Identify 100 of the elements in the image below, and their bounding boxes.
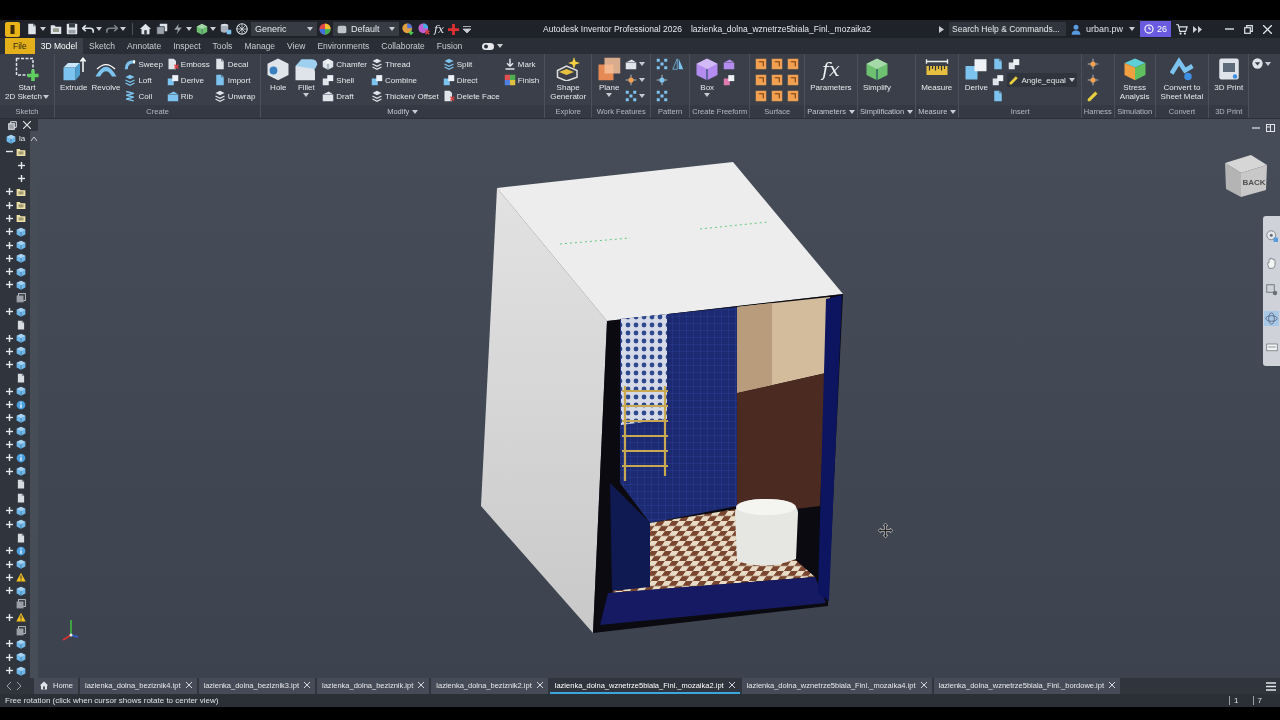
close-icon[interactable] bbox=[418, 682, 425, 688]
tree-item-label[interactable]: la bbox=[19, 134, 26, 144]
expand-icon[interactable] bbox=[6, 613, 13, 621]
expand-icon[interactable] bbox=[6, 667, 13, 674]
ribbon-button[interactable]: Coil bbox=[123, 88, 154, 104]
ribbon-icon-button[interactable] bbox=[655, 72, 670, 88]
cube-button[interactable] bbox=[195, 21, 217, 37]
wheel-button[interactable] bbox=[235, 21, 249, 37]
cart-icon[interactable] bbox=[1176, 23, 1189, 35]
expand-icon[interactable] bbox=[6, 347, 13, 355]
ribbon-button[interactable]: Shell bbox=[321, 72, 356, 88]
ribbon-icon-button[interactable] bbox=[786, 72, 801, 88]
expand-icon[interactable] bbox=[18, 161, 25, 169]
ribbon-icon-button[interactable] bbox=[1007, 56, 1022, 72]
ribbon-button[interactable]: Plane bbox=[596, 56, 623, 98]
steering-wheel-icon[interactable] bbox=[1265, 229, 1278, 242]
ribbon-button[interactable]: Loft bbox=[123, 72, 153, 88]
ribbon-button[interactable]: Thicken/ Offset bbox=[370, 88, 440, 104]
expand-icon[interactable] bbox=[18, 175, 25, 183]
ribbon-tab[interactable]: Collaborate bbox=[375, 38, 431, 54]
ribbon-button[interactable]: Shape Generator bbox=[549, 56, 588, 102]
copy-button[interactable] bbox=[155, 21, 169, 37]
ribbon-icon-button[interactable] bbox=[624, 88, 647, 104]
ribbon-button[interactable]: Unwrap bbox=[212, 88, 257, 104]
ribbon-button[interactable]: Finish bbox=[502, 72, 541, 88]
ribbon-icon-button[interactable] bbox=[722, 72, 737, 88]
ribbon-tab[interactable]: Environments bbox=[311, 38, 376, 54]
expand-icon[interactable] bbox=[6, 241, 13, 249]
scroll-right-icon[interactable] bbox=[17, 682, 22, 690]
chevron-right-icon[interactable] bbox=[939, 25, 944, 33]
ribbon-button[interactable]: Box bbox=[694, 56, 721, 98]
expand-icon[interactable] bbox=[6, 387, 13, 395]
ribbon-icon-button[interactable] bbox=[786, 88, 801, 104]
scrollbar[interactable] bbox=[30, 131, 38, 678]
appearance-dropdown[interactable]: Default bbox=[333, 22, 399, 36]
screen-icon[interactable] bbox=[1265, 340, 1278, 353]
ribbon-icon-button[interactable] bbox=[1085, 72, 1100, 88]
close-icon[interactable] bbox=[1109, 682, 1116, 688]
ribbon-tab[interactable]: Fusion bbox=[430, 38, 469, 54]
ribbon-button[interactable]: Split bbox=[441, 56, 474, 72]
search-field[interactable]: Search Help & Commands... bbox=[949, 22, 1066, 36]
new-file-button[interactable] bbox=[25, 21, 47, 37]
user-name[interactable]: urban.pw bbox=[1086, 24, 1125, 34]
ribbon-icon-button[interactable] bbox=[754, 56, 769, 72]
ribbon-button[interactable]: Revolve bbox=[90, 56, 122, 93]
ribbon-button[interactable]: Stress Analysis bbox=[1118, 56, 1151, 102]
parameter-dropdown[interactable]: Angle_equal bbox=[1007, 73, 1077, 87]
scroll-left-icon[interactable] bbox=[6, 682, 11, 690]
save-button[interactable] bbox=[65, 21, 79, 37]
color-wheel-icon[interactable] bbox=[319, 23, 331, 35]
expand-icon[interactable] bbox=[6, 188, 13, 196]
expand-icon[interactable] bbox=[6, 361, 13, 369]
ribbon-icon-button[interactable] bbox=[624, 72, 647, 88]
close-icon[interactable] bbox=[536, 682, 543, 688]
expand-icon[interactable] bbox=[6, 560, 13, 568]
expand-icon[interactable] bbox=[6, 214, 13, 222]
expand-icon[interactable] bbox=[6, 573, 13, 581]
file-menu-tab[interactable]: File bbox=[5, 38, 35, 54]
close-icon[interactable] bbox=[728, 682, 735, 688]
hand-icon[interactable] bbox=[1265, 256, 1278, 269]
expand-icon[interactable] bbox=[6, 507, 13, 515]
ribbon-button[interactable]: Extrude bbox=[58, 56, 89, 93]
expand-icon[interactable] bbox=[6, 254, 13, 262]
ribbon-button[interactable]: Draft bbox=[321, 88, 355, 104]
ribbon-button[interactable]: Delete Face bbox=[441, 88, 501, 104]
formula-button[interactable]: fx bbox=[433, 21, 446, 37]
expand-icon[interactable] bbox=[6, 467, 13, 475]
ribbon-button[interactable]: Chamfer bbox=[321, 56, 369, 72]
expand-icon[interactable] bbox=[6, 454, 13, 462]
ribbon-button[interactable]: Emboss bbox=[165, 56, 211, 72]
ribbon-icon-button[interactable] bbox=[770, 56, 785, 72]
ribbon-icon-button[interactable] bbox=[1085, 88, 1100, 104]
ribbon-button[interactable]: Mark bbox=[502, 56, 537, 72]
ribbon-button[interactable]: Thread bbox=[370, 56, 412, 72]
user-icon[interactable] bbox=[1071, 23, 1081, 35]
material-dropdown[interactable]: Generic bbox=[251, 22, 317, 36]
restore-icon[interactable] bbox=[8, 120, 17, 130]
expand-icon[interactable] bbox=[6, 414, 13, 422]
home-button[interactable] bbox=[138, 21, 153, 37]
add-color-button[interactable] bbox=[401, 21, 415, 37]
double-chevron-icon[interactable] bbox=[1193, 25, 1203, 33]
expand-icon[interactable] bbox=[6, 587, 13, 595]
app-logo-icon[interactable] bbox=[5, 21, 20, 37]
more-button[interactable] bbox=[1252, 58, 1272, 69]
ribbon-tab[interactable]: Tools bbox=[206, 38, 239, 54]
add-button[interactable] bbox=[447, 21, 461, 37]
ribbon-tab[interactable]: Manage bbox=[238, 38, 282, 54]
menu-icon[interactable] bbox=[1266, 681, 1276, 691]
expand-icon[interactable] bbox=[6, 520, 13, 528]
expand-icon[interactable] bbox=[6, 401, 13, 409]
ribbon-button[interactable]: Import bbox=[212, 72, 252, 88]
ribbon-tab[interactable]: View bbox=[281, 38, 312, 54]
ribbon-button[interactable]: fx Parameters bbox=[809, 56, 853, 93]
ribbon-button[interactable]: Start 2D Sketch bbox=[4, 56, 50, 102]
ribbon-button[interactable]: Rib bbox=[165, 88, 194, 104]
ribbon-icon-button[interactable] bbox=[1085, 56, 1100, 72]
ribbon-icon-button[interactable] bbox=[991, 72, 1006, 88]
ribbon-button[interactable]: Combine bbox=[370, 72, 419, 88]
ribbon-button[interactable]: Sweep bbox=[123, 56, 164, 72]
expand-icon[interactable] bbox=[6, 427, 13, 435]
